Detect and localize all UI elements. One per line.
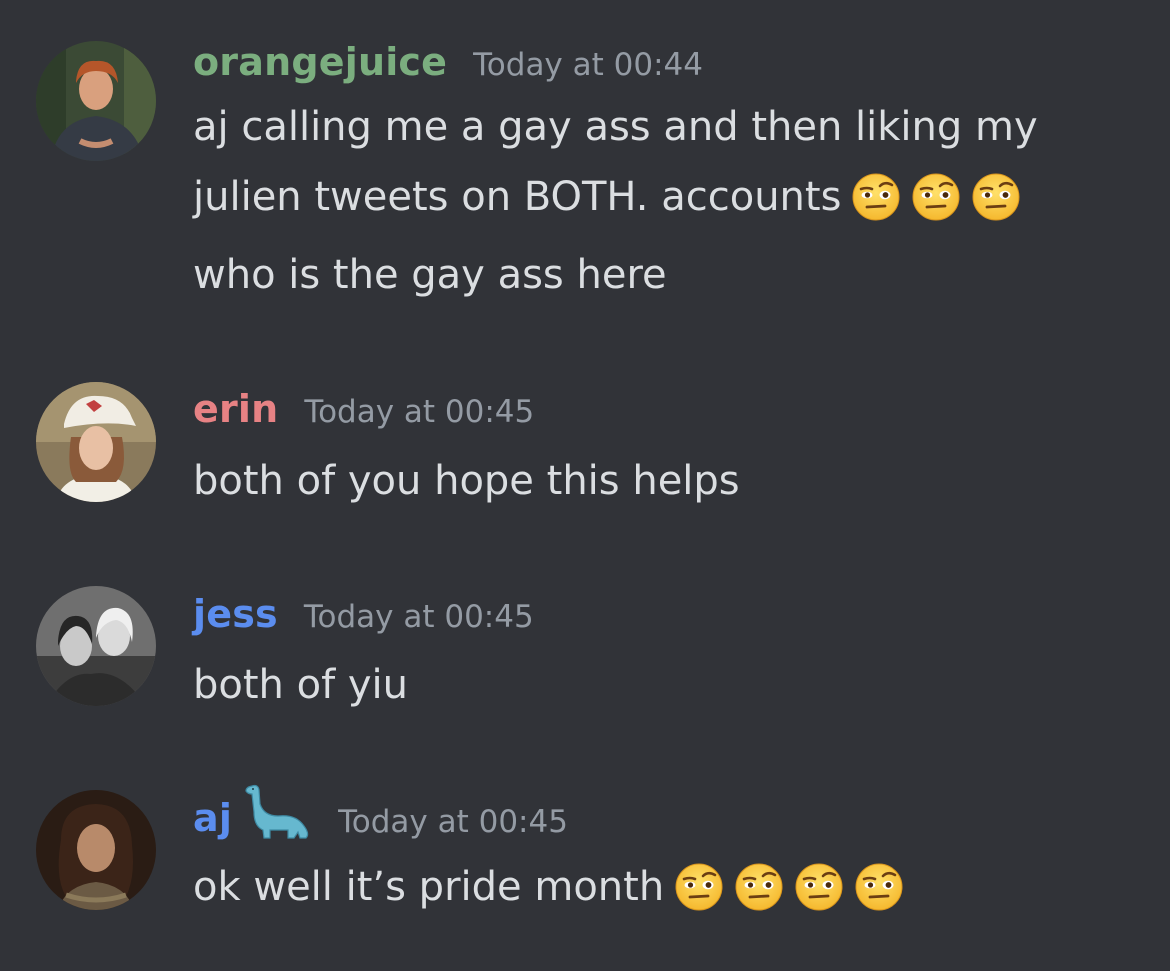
message-text: aj calling me a gay ass and then liking … xyxy=(193,104,1038,150)
message-header: orangejuice Today at 00:44 xyxy=(193,40,703,84)
username[interactable]: erin xyxy=(193,387,278,431)
avatar[interactable] xyxy=(36,41,156,161)
message-text: both of you hope this helps xyxy=(193,458,740,504)
face-with-raised-eyebrow-emoji xyxy=(971,172,1021,222)
sauropod-icon xyxy=(240,782,312,844)
avatar-aj xyxy=(36,790,156,910)
face-with-raised-eyebrow-emoji xyxy=(734,862,784,912)
message-header: aj Today at 00:45 xyxy=(193,782,568,844)
avatar-orangejuice xyxy=(36,41,156,161)
avatar-jess xyxy=(36,586,156,706)
message-text-content: julien tweets on BOTH. accounts xyxy=(193,174,842,220)
face-with-raised-eyebrow-emoji xyxy=(851,172,901,222)
timestamp: Today at 00:44 xyxy=(473,47,703,83)
message-text: both of yiu xyxy=(193,662,409,708)
message-text: who is the gay ass here xyxy=(193,252,667,298)
username[interactable]: aj xyxy=(193,796,232,840)
timestamp: Today at 00:45 xyxy=(338,804,568,840)
message-header: erin Today at 00:45 xyxy=(193,387,534,431)
avatar[interactable] xyxy=(36,382,156,502)
face-with-raised-eyebrow-emoji xyxy=(854,862,904,912)
timestamp: Today at 00:45 xyxy=(304,394,535,430)
avatar[interactable] xyxy=(36,790,156,910)
avatar-erin xyxy=(36,382,156,502)
message-text-content: ok well it’s pride month xyxy=(193,864,665,910)
username[interactable]: orangejuice xyxy=(193,40,447,84)
timestamp: Today at 00:45 xyxy=(303,599,534,635)
message-header: jess Today at 00:45 xyxy=(193,592,534,636)
message-text: julien tweets on BOTH. accounts xyxy=(193,172,1021,222)
face-with-raised-eyebrow-emoji xyxy=(794,862,844,912)
message-text: ok well it’s pride month xyxy=(193,862,904,912)
username[interactable]: jess xyxy=(193,592,278,636)
face-with-raised-eyebrow-emoji xyxy=(674,862,724,912)
face-with-raised-eyebrow-emoji xyxy=(911,172,961,222)
avatar[interactable] xyxy=(36,586,156,706)
